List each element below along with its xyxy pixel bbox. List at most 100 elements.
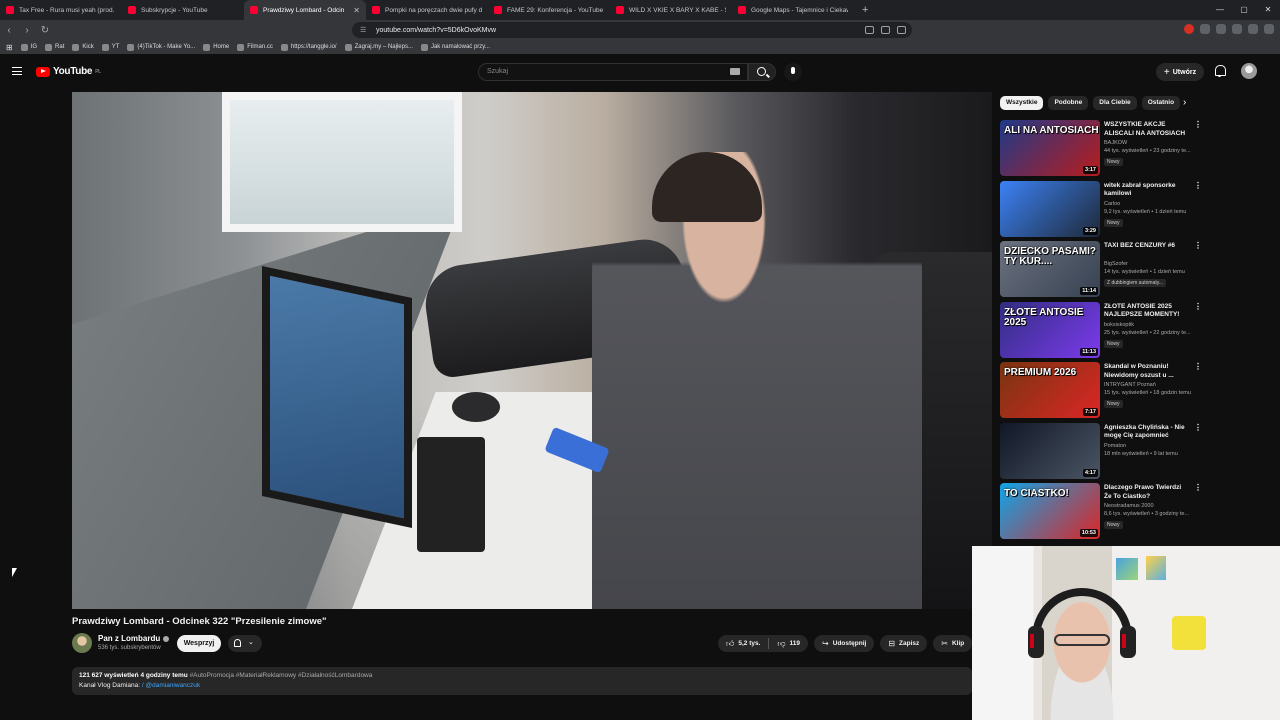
recommended-video[interactable]: 4:17 Agnieszka Chylińska - Nie mogę Cię z… — [1000, 422, 1205, 479]
channel-avatar[interactable] — [72, 633, 92, 653]
close-tab-icon[interactable]: ✕ — [353, 6, 360, 15]
share-label: Udostępnij — [832, 640, 867, 647]
bookmark-item[interactable]: https://tanggle.io/ — [280, 43, 337, 51]
search-button[interactable] — [748, 63, 776, 81]
video-thumbnail[interactable]: 3:29 — [1000, 180, 1100, 237]
share-button[interactable]: ↪ Udostępnij — [814, 635, 875, 652]
create-label: Utwórz — [1172, 68, 1197, 76]
bookmark-item[interactable]: Rat — [45, 43, 64, 51]
more-options-icon[interactable]: ⋮ — [1194, 423, 1202, 432]
recommended-video[interactable]: ALI NA ANTOSIACH 3:17 WSZYSTKIE AKCJE ALIS… — [1000, 120, 1205, 176]
browser-tab[interactable]: Prawdziwy Lombard - Odcin ✕ — [244, 0, 366, 20]
bookmark-star-icon[interactable] — [897, 26, 906, 34]
extension-record-icon[interactable] — [1184, 24, 1194, 34]
description-box[interactable]: 121 627 wyświetleń 4 godziny temu #AutoP… — [72, 667, 972, 695]
mouse-cursor-icon — [12, 568, 17, 577]
video-thumbnail[interactable]: PREMIUM 2026 7:17 — [1000, 362, 1100, 418]
reload-icon[interactable]: ↻ — [36, 25, 54, 36]
back-icon[interactable]: ‹ — [0, 25, 18, 36]
view-count: 121 627 wyświetleń — [79, 672, 139, 679]
channel-name-wrap[interactable]: Pan z Lombardu — [98, 634, 170, 643]
browser-tab[interactable]: Tax Free - Rura musi yeah (prod. CUT — [0, 0, 122, 20]
bookmark-item[interactable]: IG — [20, 43, 38, 51]
video-frame-mouse — [452, 392, 500, 422]
bookmark-item[interactable]: Kick — [72, 43, 94, 51]
dislike-button[interactable]: 👎︎ 119 — [769, 635, 808, 652]
support-button[interactable]: Wesprzyj — [177, 635, 221, 652]
bookmark-item[interactable]: Zagraj.my – Najleps... — [344, 43, 413, 51]
recommended-video[interactable]: ZŁOTE ANTOSIE 2025 11:13 ZŁOTE ANTOSIE 202… — [1000, 301, 1205, 358]
recommended-video[interactable]: 3:29 witek zabrał sponsorke kamilowi Carlo… — [1000, 180, 1205, 237]
recommended-video[interactable]: PREMIUM 2026 7:17 Skandal w Poznaniu! Niew… — [1000, 362, 1205, 418]
apps-grid-icon[interactable]: ⊞ — [6, 43, 13, 52]
profile-icon[interactable] — [1248, 24, 1258, 34]
keyboard-icon[interactable] — [730, 68, 740, 75]
video-thumbnail[interactable]: TO CIASTKO! 10:53 — [1000, 483, 1100, 539]
recommended-title: TAXI BEZ CENZURY #6 — [1104, 242, 1176, 249]
video-thumbnail[interactable]: 4:17 — [1000, 422, 1100, 479]
recommended-channel: Neostradamus 2000 — [1104, 503, 1154, 509]
close-window-icon[interactable]: ✕ — [1256, 0, 1280, 20]
address-bar[interactable]: ☰ youtube.com/watch?v=5D6kOvoKMvw — [352, 22, 912, 38]
bookmark-favicon-icon — [420, 43, 428, 51]
maximize-icon[interactable]: ▢ — [1232, 0, 1256, 20]
filter-chip[interactable]: Ostatnio — [1141, 96, 1181, 110]
share-icon[interactable] — [881, 26, 890, 34]
more-options-icon[interactable]: ⋮ — [1194, 302, 1202, 311]
filter-chip[interactable]: Podobne — [1048, 96, 1089, 110]
plus-icon: + — [1163, 66, 1170, 78]
recommended-video[interactable]: TO CIASTKO! 10:53 Dlaczego Prawo Twierdzi … — [1000, 483, 1205, 539]
filter-chip[interactable]: Dla Ciebie — [1093, 96, 1137, 110]
menu-dots-icon[interactable] — [1264, 24, 1274, 34]
bookmark-item[interactable]: Home — [203, 43, 229, 51]
more-options-icon[interactable]: ⋮ — [1194, 181, 1202, 190]
extension-icon[interactable] — [1200, 24, 1210, 34]
new-badge: Nowy — [1104, 521, 1123, 529]
install-icon[interactable] — [865, 26, 874, 34]
browser-tab[interactable]: FAME 29: Konferencja - YouTube — [488, 0, 610, 20]
extension-music-icon[interactable] — [1232, 24, 1242, 34]
site-info-icon[interactable]: ☰ — [360, 26, 370, 34]
voice-search-icon[interactable] — [784, 63, 802, 81]
more-options-icon[interactable]: ⋮ — [1194, 241, 1202, 250]
more-options-icon[interactable]: ⋮ — [1194, 120, 1202, 129]
recommended-video[interactable]: DZIECKO PASAMI? TY KUR.... 11:14 TAXI BEZ … — [1000, 241, 1205, 297]
notifications-icon[interactable] — [1214, 65, 1226, 77]
recommended-channel: boksiskoptik — [1104, 321, 1134, 328]
bookmark-label: IG — [30, 44, 38, 50]
clip-button[interactable]: ✂ Klip — [933, 635, 973, 652]
minimize-icon[interactable]: — — [1208, 0, 1232, 20]
more-options-icon[interactable]: ⋮ — [1194, 483, 1202, 492]
browser-tab[interactable]: Google Maps - Tajemnice i Ciekawe — [732, 0, 854, 20]
channel-mention-link[interactable]: / @damianiwanczuk — [142, 682, 200, 689]
extension-puzzle-icon[interactable] — [1216, 24, 1226, 34]
bookmark-item[interactable]: Filman.cc — [237, 43, 273, 51]
like-button[interactable]: 👍︎ 5,2 tys. — [718, 635, 768, 652]
create-button[interactable]: + Utwórz — [1156, 63, 1204, 81]
bookmark-item[interactable]: YT — [101, 43, 119, 51]
thumbs-down-icon: 👎︎ — [777, 638, 786, 648]
video-duration: 7:17 — [1082, 408, 1098, 416]
search-input[interactable]: Szukaj — [478, 63, 748, 81]
browser-tab-title: Pompki na poręczach dwie pufy drog — [385, 6, 482, 14]
filter-chip[interactable]: Wszystkie — [1000, 96, 1044, 110]
new-tab-icon[interactable]: + — [854, 4, 876, 16]
account-avatar[interactable] — [1241, 63, 1257, 79]
youtube-logo[interactable]: YouTube PL — [36, 66, 101, 77]
forward-icon[interactable]: › — [18, 25, 36, 36]
notifications-dropdown-button[interactable]: ⌄ — [228, 635, 262, 652]
hashtags[interactable]: #AutoPromocja #MateriałReklamowy #Działa… — [190, 672, 373, 679]
browser-tab[interactable]: Pompki na poręczach dwie pufy drog — [366, 0, 488, 20]
video-thumbnail[interactable]: ALI NA ANTOSIACH 3:17 — [1000, 120, 1100, 176]
more-options-icon[interactable]: ⋮ — [1194, 362, 1202, 371]
video-thumbnail[interactable]: ZŁOTE ANTOSIE 2025 11:13 — [1000, 301, 1100, 358]
browser-tab[interactable]: Subskrypcje - YouTube — [122, 0, 244, 20]
bookmark-item[interactable]: (4)TikTok - Make Yo... — [127, 43, 195, 51]
video-player[interactable] — [72, 92, 992, 609]
chevron-right-icon[interactable]: › — [1183, 96, 1186, 110]
save-button[interactable]: ⊟ Zapisz — [880, 635, 928, 652]
bookmark-item[interactable]: Jak namalować przy... — [420, 43, 490, 51]
menu-icon[interactable] — [12, 67, 22, 75]
video-thumbnail[interactable]: DZIECKO PASAMI? TY KUR.... 11:14 — [1000, 241, 1100, 297]
browser-tab[interactable]: WILD X VKIE X BARY X KABE - SZLAM — [610, 0, 732, 20]
